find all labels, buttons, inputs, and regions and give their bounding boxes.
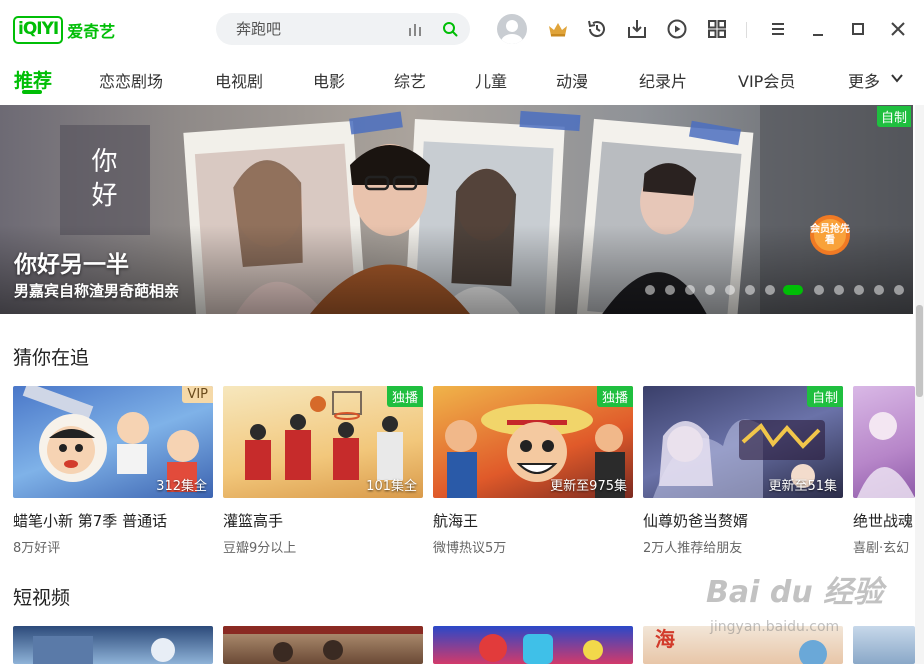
carousel-dot[interactable]: [685, 285, 695, 295]
voice-search-icon[interactable]: [408, 22, 424, 36]
section-title-following: 猜你在追: [13, 347, 90, 369]
original-tag: 自制: [806, 386, 843, 407]
thumbnail-art: [479, 634, 603, 664]
video-card[interactable]: 自制 更新至51集 仙尊奶爸当赘婿 2万人推荐给朋友: [643, 386, 843, 556]
carousel-dot[interactable]: [874, 285, 884, 295]
carousel-dot[interactable]: [765, 285, 775, 295]
video-title[interactable]: 蜡笔小新 第7季 普通话: [13, 510, 167, 531]
video-title[interactable]: 仙尊奶爸当赘婿: [643, 510, 748, 531]
tab-kids[interactable]: 儿童: [475, 68, 507, 92]
carousel-dot[interactable]: [894, 285, 904, 295]
exclusive-tag: 独播: [386, 386, 423, 407]
search-bar: [216, 13, 470, 45]
video-thumbnail[interactable]: 独播 更新至975集: [433, 386, 633, 498]
vip-sticker-label: 会员抢先看: [810, 224, 850, 246]
tab-movies[interactable]: 电影: [313, 68, 345, 92]
logo-text: 爱奇艺: [67, 22, 116, 41]
video-subtitle: 8万好评: [13, 541, 61, 556]
episode-count: 更新至975集: [550, 479, 627, 494]
video-subtitle: 微博热议5万: [433, 541, 507, 556]
tab-recommend[interactable]: 推荐: [14, 66, 52, 93]
crown-icon[interactable]: [546, 17, 570, 41]
video-title[interactable]: 绝世战魂: [853, 510, 913, 531]
short-video-thumbnail[interactable]: [433, 626, 633, 664]
video-card[interactable]: 绝世战魂 喜剧·玄幻: [853, 386, 915, 556]
avatar[interactable]: [497, 14, 527, 44]
logo-mark: iQIYI: [13, 16, 64, 44]
baidu-jingyan-watermark: Bai du 经验 jingyan.baidu.com: [706, 567, 884, 642]
vip-preview-sticker: 会员抢先看: [806, 213, 854, 257]
tab-anime[interactable]: 动漫: [556, 68, 588, 92]
section-title-short-video: 短视频: [13, 587, 71, 609]
tab-documentary[interactable]: 纪录片: [639, 68, 687, 92]
episode-count: 101集全: [366, 479, 417, 494]
carousel-dot[interactable]: [854, 285, 864, 295]
history-icon[interactable]: [585, 17, 609, 41]
video-title[interactable]: 航海王: [433, 510, 478, 531]
svg-text:海: 海: [655, 627, 675, 651]
hero-banner[interactable]: 你好 你好另一半 男嘉宾自称渣男奇葩相亲 自制 会员抢先看: [0, 105, 913, 314]
banner-subtitle: 男嘉宾自称渣男奇葩相亲: [14, 282, 180, 300]
tab-vip[interactable]: VIP会员: [738, 68, 795, 92]
carousel-dot[interactable]: [725, 285, 735, 295]
thumbnail-art: [33, 636, 175, 664]
video-thumbnail[interactable]: [853, 386, 915, 498]
carousel-dot[interactable]: [645, 285, 655, 295]
play-icon[interactable]: [665, 17, 689, 41]
search-input[interactable]: [236, 13, 396, 45]
maximize-icon[interactable]: [846, 17, 870, 41]
carousel-dot[interactable]: [705, 285, 715, 295]
toolbar-divider: [746, 22, 747, 38]
tab-tv-series[interactable]: 电视剧: [215, 68, 263, 92]
video-thumbnail[interactable]: 自制 更新至51集: [643, 386, 843, 498]
download-icon[interactable]: [625, 17, 649, 41]
video-thumbnail[interactable]: 独播 101集全: [223, 386, 423, 498]
video-title[interactable]: 灌篮高手: [223, 510, 283, 531]
episode-count: 312集全: [156, 479, 207, 494]
minimize-icon[interactable]: [806, 17, 830, 41]
carousel-dot[interactable]: [814, 285, 824, 295]
original-badge: 自制: [877, 106, 912, 127]
chevron-down-icon[interactable]: [889, 70, 905, 86]
tab-more[interactable]: 更多: [848, 68, 880, 92]
short-video-thumbnail[interactable]: [13, 626, 213, 664]
video-subtitle: 豆瓣9分以上: [223, 541, 297, 556]
active-tab-indicator: [22, 90, 42, 94]
scrollbar-thumb[interactable]: [916, 305, 923, 397]
menu-icon[interactable]: [766, 17, 790, 41]
video-card[interactable]: VIP 312集全 蜡笔小新 第7季 普通话 8万好评: [13, 386, 213, 556]
thumbnail-art: [223, 626, 423, 662]
tab-variety[interactable]: 综艺: [394, 68, 426, 92]
top-bar: iQIYI 爱奇艺: [0, 0, 924, 58]
iqiyi-logo[interactable]: iQIYI 爱奇艺: [13, 15, 115, 45]
close-icon[interactable]: [886, 17, 910, 41]
banner-title: 你好另一半: [14, 252, 129, 278]
user-avatar-icon: [501, 20, 523, 44]
carousel-dot[interactable]: [834, 285, 844, 295]
video-card[interactable]: 独播 101集全 灌篮高手 豆瓣9分以上: [223, 386, 423, 556]
poster-calligraphy: 你好: [87, 147, 117, 215]
apps-grid-icon[interactable]: [705, 17, 729, 41]
thumbnail-art: [857, 412, 915, 498]
short-video-thumbnail[interactable]: [223, 626, 423, 664]
vip-tag: VIP: [182, 386, 213, 403]
video-thumbnail[interactable]: VIP 312集全: [13, 386, 213, 498]
exclusive-tag: 独播: [596, 386, 633, 407]
category-nav: 推荐 恋恋剧场 电视剧 电影 综艺 儿童 动漫 纪录片 VIP会员 更多: [0, 58, 924, 104]
episode-count: 更新至51集: [768, 479, 837, 494]
carousel-dot-active[interactable]: [783, 285, 803, 295]
carousel-dot[interactable]: [665, 285, 675, 295]
video-subtitle: 喜剧·玄幻: [853, 541, 910, 556]
carousel-dot[interactable]: [745, 285, 755, 295]
watermark-logo-text: Bai du 经验: [706, 575, 884, 610]
watermark-url: jingyan.baidu.com: [710, 619, 840, 635]
video-card[interactable]: 独播 更新至975集 航海王 微博热议5万: [433, 386, 633, 556]
tab-romance-theater[interactable]: 恋恋剧场: [99, 68, 163, 92]
search-icon[interactable]: [442, 21, 458, 37]
video-subtitle: 2万人推荐给朋友: [643, 541, 743, 556]
